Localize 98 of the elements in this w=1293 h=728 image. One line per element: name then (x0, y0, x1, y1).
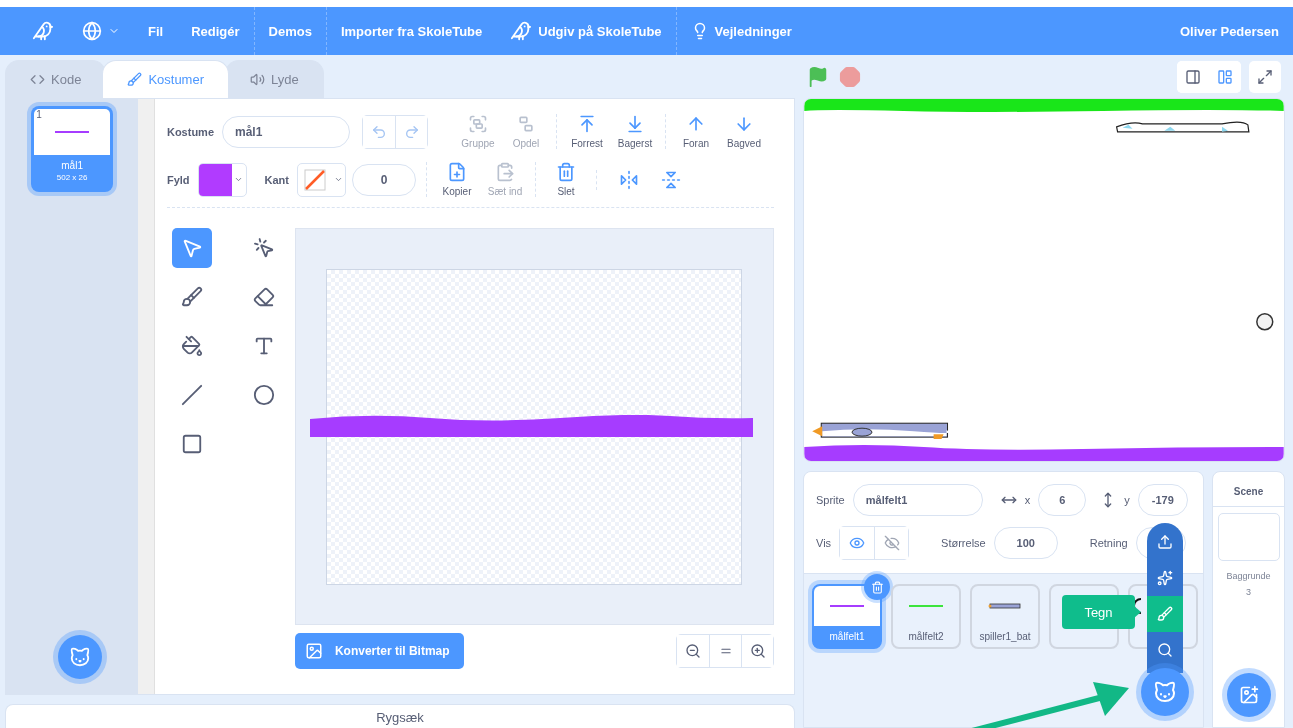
scrollbar[interactable] (138, 99, 155, 694)
outline-picker[interactable] (297, 162, 346, 197)
caret-icon (234, 175, 244, 184)
y-label: y (1124, 494, 1130, 506)
flag-icon[interactable] (807, 65, 829, 88)
arrow-down-to-line-icon (625, 114, 645, 134)
undo-icon (371, 123, 387, 140)
size-field[interactable]: 100 (993, 527, 1058, 559)
drawing-canvas[interactable] (294, 228, 774, 625)
scene-title: Scene (1213, 472, 1284, 507)
flip-horizontal-icon (619, 169, 639, 190)
line-thumbnail (55, 131, 90, 133)
toolbar-button[interactable]: Slet (542, 162, 590, 197)
circle-icon (252, 384, 275, 406)
sprite-name: målfelt1 (828, 631, 866, 642)
y-field[interactable]: -179 (1137, 484, 1188, 516)
bird-icon (510, 20, 533, 42)
globe-icon[interactable] (82, 21, 102, 41)
size-label: Størrelse (941, 537, 986, 549)
sprite-label: Sprite (816, 494, 845, 506)
stop-icon[interactable] (839, 65, 861, 88)
costume-label: Kostume (166, 125, 214, 138)
eye-icon (849, 535, 866, 551)
costume-name-field[interactable]: mål1 (222, 115, 350, 148)
bird-logo-icon[interactable] (32, 20, 54, 42)
costume-size: 502 x 26 (56, 173, 88, 182)
direction-label: Retning (1089, 537, 1128, 549)
square-icon (180, 433, 203, 455)
costume-number: 1 (36, 109, 42, 120)
sprite-tile[interactable]: spiller1_bat (970, 584, 1040, 649)
brush-icon (180, 286, 203, 308)
pointer-click-icon (252, 237, 275, 259)
caret-icon (333, 175, 343, 184)
fullscreen-button[interactable] (1249, 60, 1281, 93)
toolbar-button[interactable]: Bagved (720, 114, 768, 149)
backdrops-label: Baggrunde (1226, 571, 1271, 581)
layout-icon (1217, 68, 1233, 85)
outline-label: Kant (264, 173, 289, 186)
image-icon (304, 642, 323, 660)
tooltip: Tegn (1062, 595, 1135, 629)
sprite-name: spiller1_bat (978, 631, 1032, 642)
upload-icon (1157, 534, 1173, 550)
brush-icon (1157, 606, 1173, 622)
fill-picker[interactable] (197, 162, 247, 197)
ungroup-icon (516, 114, 536, 134)
eraser-icon (252, 286, 275, 308)
paint-menu-item[interactable] (1147, 596, 1183, 632)
speaker-icon (250, 72, 265, 87)
line-icon (180, 384, 203, 406)
sprite-tile[interactable]: målfelt2 (891, 584, 961, 649)
trash-icon (870, 580, 884, 594)
zoom-out-icon (685, 643, 701, 659)
group-icon (468, 114, 488, 134)
sprite-name: målfelt2 (907, 631, 945, 642)
clipboard-icon (495, 162, 515, 182)
search-icon (1157, 642, 1173, 658)
brush-icon (127, 72, 143, 87)
ball-drawing (1256, 313, 1274, 331)
hide-button[interactable] (874, 527, 909, 559)
no-outline-icon (303, 168, 326, 191)
cat-icon (69, 646, 91, 668)
delete-sprite-button[interactable] (864, 574, 890, 600)
costume-tile[interactable]: 1 mål1 502 x 26 (31, 106, 114, 192)
fill-label: Fyld (166, 173, 190, 186)
stage[interactable] (803, 98, 1285, 462)
cat-icon (1153, 680, 1177, 704)
backdrop-thumbnail[interactable] (1217, 513, 1280, 561)
redo-icon (403, 123, 420, 140)
backpack-bar[interactable]: Rygsæk (5, 704, 795, 728)
penguin-thumbnail (988, 603, 1022, 609)
zoom-in-button[interactable] (741, 635, 773, 667)
trash-icon (556, 162, 576, 182)
toolbar-button[interactable]: Bagerst (611, 114, 659, 149)
sparkles-icon (1157, 570, 1173, 586)
add-backdrop-button[interactable] (1227, 673, 1271, 717)
image-plus-icon (1239, 685, 1259, 705)
backdrops-count: 3 (1246, 587, 1251, 597)
arrow-up-to-line-icon (577, 114, 597, 134)
toolbar-button[interactable]: Forrest (563, 114, 611, 149)
blocks-icon (30, 72, 45, 87)
sprite-name-field[interactable]: målfelt1 (852, 484, 983, 516)
flip-vertical-icon (661, 169, 681, 190)
file-plus-icon (447, 162, 467, 182)
x-field[interactable]: 6 (1038, 484, 1087, 516)
panel-icon (1185, 68, 1201, 85)
eye-off-icon (883, 535, 900, 551)
outline-width-field[interactable]: 0 (352, 163, 416, 196)
costume-name: mål1 (61, 160, 83, 171)
paint-bucket-icon (180, 335, 203, 357)
redo-button[interactable] (395, 115, 427, 148)
select-tool[interactable] (171, 228, 212, 268)
x-label: x (1024, 494, 1031, 506)
fullscreen-icon (1257, 68, 1273, 85)
zoom-in-icon (749, 643, 766, 659)
show-label: Vis (816, 537, 832, 549)
toolbar-button[interactable]: Foran (672, 114, 720, 149)
toolbar-button[interactable]: Kopier (433, 162, 481, 197)
add-costume-button[interactable] (58, 635, 102, 679)
